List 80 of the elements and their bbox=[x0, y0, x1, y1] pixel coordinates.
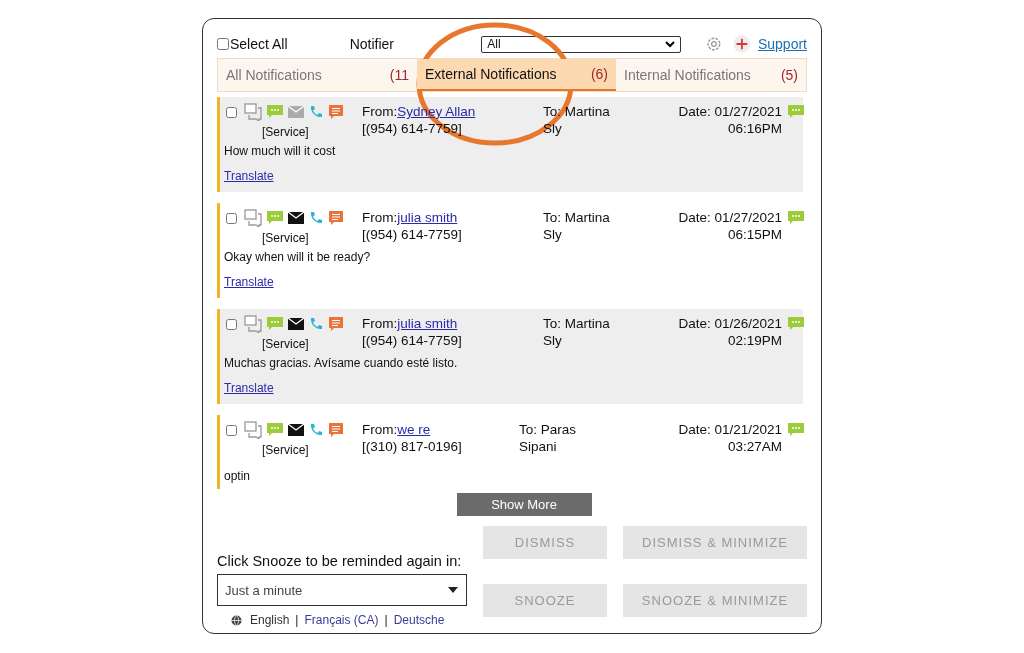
time-text: 06:16PM bbox=[726, 120, 782, 137]
translate-link[interactable]: Translate bbox=[224, 380, 274, 398]
envelope-icon[interactable] bbox=[288, 212, 304, 224]
separator-text: | bbox=[384, 613, 388, 627]
globe-icon bbox=[231, 614, 242, 626]
message-text: Muchas gracias. Avísame cuando esté listo. bbox=[224, 356, 459, 373]
recipient-text: To: Martina Sly bbox=[543, 209, 611, 244]
comment-icon[interactable] bbox=[328, 422, 344, 438]
chat-icon[interactable] bbox=[788, 211, 804, 225]
language-link[interactable]: English bbox=[250, 613, 290, 627]
sender-link[interactable]: we re bbox=[397, 422, 431, 437]
row-checkbox[interactable] bbox=[226, 318, 237, 330]
time-text: 06:15PM bbox=[726, 226, 782, 243]
conversation-icon[interactable] bbox=[244, 421, 262, 439]
select-all-label: Select All bbox=[230, 36, 288, 52]
chat-icon[interactable] bbox=[267, 211, 283, 225]
from-label: From: bbox=[362, 422, 398, 437]
from-label: From: bbox=[362, 210, 398, 225]
snooze-select[interactable]: Just a minute bbox=[217, 574, 467, 606]
category-label: [Service] bbox=[261, 125, 310, 139]
chat-icon[interactable] bbox=[267, 317, 283, 331]
time-text: 02:19PM bbox=[726, 332, 782, 349]
conversation-icon[interactable] bbox=[244, 209, 262, 227]
snooze-label: Click Snooze to be reminded again in: bbox=[217, 553, 463, 569]
message-text: How much will it cost bbox=[224, 144, 337, 161]
date-text: Date: 01/27/2021 bbox=[677, 103, 782, 120]
message-text: Okay when will it be ready? bbox=[224, 250, 372, 267]
sender-link[interactable]: julia smith bbox=[397, 210, 458, 225]
phone-icon[interactable] bbox=[309, 105, 323, 119]
caret-icon bbox=[448, 587, 458, 593]
envelope-icon[interactable] bbox=[288, 424, 304, 436]
row-checkbox[interactable] bbox=[226, 212, 237, 224]
caret-icon bbox=[665, 40, 676, 48]
recipient-text: To: Martina Sly bbox=[543, 315, 611, 350]
language-link[interactable]: Français (CA) bbox=[304, 613, 379, 627]
date-text: Date: 01/26/2021 bbox=[677, 315, 782, 332]
category-label: [Service] bbox=[261, 231, 310, 245]
support-link[interactable]: Support bbox=[757, 36, 807, 52]
comment-icon[interactable] bbox=[328, 316, 344, 332]
notifier-select[interactable]: All bbox=[481, 35, 682, 53]
phone-number: [(954) 614-7759] bbox=[362, 226, 462, 243]
select-all-checkbox[interactable] bbox=[217, 38, 229, 50]
notification-tab[interactable]: All Notifications (11 bbox=[218, 59, 417, 91]
phone-number: [(310) 817-0196] bbox=[362, 438, 462, 455]
plus-icon[interactable] bbox=[733, 35, 751, 53]
message-text: optin bbox=[224, 469, 252, 486]
envelope-icon[interactable] bbox=[288, 318, 304, 330]
chat-icon[interactable] bbox=[788, 423, 804, 437]
notification-tab[interactable]: External Notifications (6) bbox=[417, 59, 616, 91]
comment-icon[interactable] bbox=[328, 104, 344, 120]
row-checkbox[interactable] bbox=[226, 106, 237, 118]
phone-icon[interactable] bbox=[309, 317, 323, 331]
comment-icon[interactable] bbox=[328, 210, 344, 226]
phone-number: [(954) 614-7759] bbox=[362, 332, 462, 349]
chat-icon[interactable] bbox=[267, 105, 283, 119]
recipient-text: To: Paras Sipani bbox=[519, 421, 578, 456]
category-label: [Service] bbox=[261, 443, 310, 457]
sender-link[interactable]: julia smith bbox=[397, 316, 458, 331]
row-checkbox[interactable] bbox=[226, 424, 237, 436]
phone-icon[interactable] bbox=[309, 423, 323, 437]
translate-link[interactable]: Translate bbox=[224, 274, 274, 292]
separator-text: | bbox=[295, 613, 299, 627]
date-text: Date: 01/27/2021 bbox=[677, 209, 782, 226]
category-label: [Service] bbox=[261, 337, 310, 351]
chat-icon[interactable] bbox=[788, 105, 804, 119]
show-more-button[interactable]: Show More bbox=[456, 493, 592, 516]
language-link[interactable]: Deutsche bbox=[393, 613, 445, 627]
notifier-label: Notifier bbox=[349, 36, 395, 52]
conversation-icon[interactable] bbox=[244, 315, 262, 333]
conversation-icon[interactable] bbox=[244, 103, 262, 121]
from-label: From: bbox=[362, 104, 398, 119]
date-text: Date: 01/21/2021 bbox=[677, 421, 782, 438]
phone-icon[interactable] bbox=[309, 211, 323, 225]
time-text: 03:27AM bbox=[726, 438, 782, 455]
notification-tab[interactable]: Internal Notifications (5) bbox=[616, 59, 806, 91]
translate-link[interactable]: Translate bbox=[224, 168, 274, 186]
recipient-text: To: Martina Sly bbox=[543, 103, 611, 138]
chat-icon[interactable] bbox=[788, 317, 804, 331]
chat-icon[interactable] bbox=[267, 423, 283, 437]
from-label: From: bbox=[362, 316, 398, 331]
